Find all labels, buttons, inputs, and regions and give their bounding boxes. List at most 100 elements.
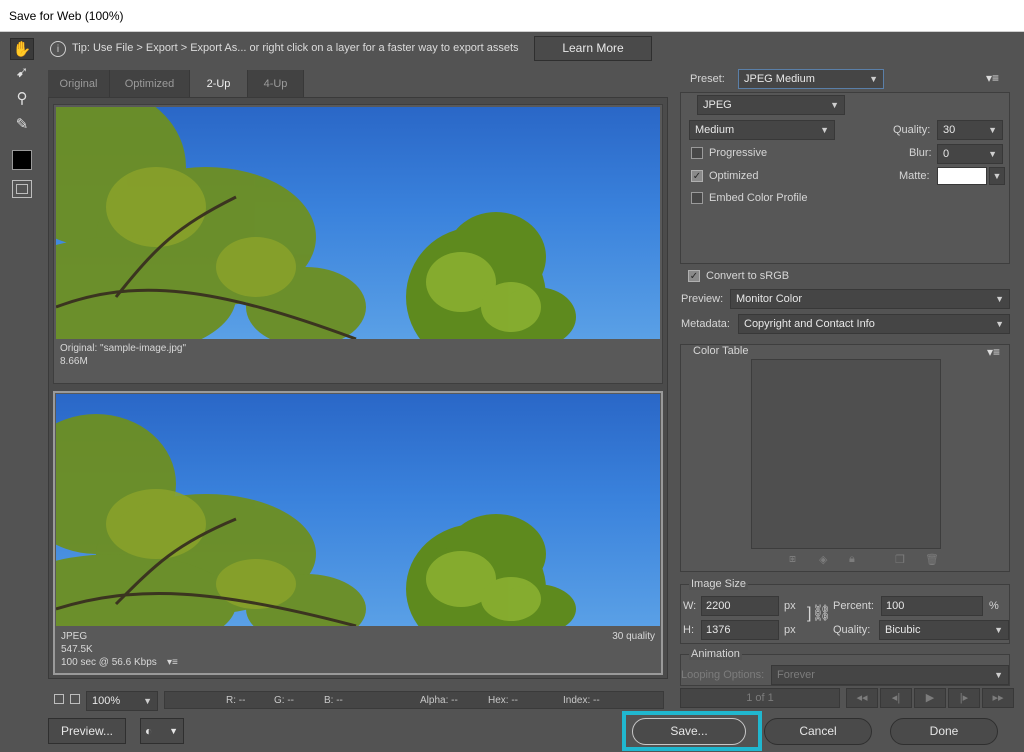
color-table-grid <box>751 359 941 549</box>
matte-color-swatch[interactable] <box>937 167 987 185</box>
slice-select-tool-icon[interactable]: ➹ <box>10 62 34 84</box>
eyedropper-color-swatch[interactable] <box>12 150 32 170</box>
zoom-in-icon[interactable] <box>70 694 80 704</box>
done-button[interactable]: Done <box>890 718 998 745</box>
optimized-label: Optimized <box>709 170 759 182</box>
play-icon[interactable]: ▶ <box>914 688 946 708</box>
zoom-out-icon[interactable] <box>54 694 64 704</box>
map-to-transparent-icon[interactable]: ⧆ <box>789 553 796 566</box>
constrain-proportions-link-icon[interactable]: ]⛓ <box>807 603 832 623</box>
optimized-checkbox[interactable]: ✓ <box>691 170 703 182</box>
file-format-value: JPEG <box>703 99 732 111</box>
learn-more-button[interactable]: Learn More <box>534 36 652 61</box>
image-size-section: Image Size W: 2200 px H: 1376 px ]⛓ Perc… <box>680 578 1010 644</box>
percent-unit: % <box>989 600 999 612</box>
metadata-dropdown[interactable]: Copyright and Contact Info ▼ <box>738 314 1010 334</box>
height-unit: px <box>784 624 796 636</box>
compression-quality-dropdown[interactable]: Medium ▼ <box>689 120 835 140</box>
tip-text: Tip: Use File > Export > Export As... or… <box>72 42 519 54</box>
settings-menu-icon[interactable]: ▾≡ <box>986 71 999 85</box>
chevron-down-icon: ▼ <box>143 696 152 706</box>
color-table-title: Color Table <box>691 345 751 357</box>
preview-value: Monitor Color <box>736 293 803 305</box>
progressive-checkbox[interactable] <box>691 147 703 159</box>
preset-value: JPEG Medium <box>744 73 815 85</box>
blue-readout: B: -- <box>324 695 343 706</box>
blur-input[interactable]: 0 ▼ <box>937 144 1003 164</box>
optimized-pane[interactable]: JPEG 547.5K 100 sec @ 56.6 Kbps ▾≡ 30 qu… <box>53 391 663 675</box>
optimized-image <box>56 394 660 626</box>
resample-quality-dropdown[interactable]: Bicubic ▼ <box>879 620 1009 640</box>
optimized-filesize: 547.5K <box>61 644 93 655</box>
tab-optimized[interactable]: Optimized <box>110 70 190 98</box>
preview-dropdown[interactable]: Monitor Color ▼ <box>730 289 1010 309</box>
height-field[interactable]: 1376 <box>701 620 779 640</box>
toolstrip: ✋ ➹ ⚲ ✎ <box>0 32 44 752</box>
frame-counter: 1 of 1 <box>680 688 840 708</box>
new-color-icon[interactable]: ❐ <box>895 553 905 566</box>
lock-color-icon[interactable]: 🔒︎ <box>849 553 855 566</box>
animation-section: Animation Looping Options: Forever ▼ <box>680 648 1010 686</box>
preset-label: Preset: <box>690 73 725 85</box>
quality-input[interactable]: 30 ▼ <box>937 120 1003 140</box>
image-size-title: Image Size <box>689 578 749 590</box>
preview-viewport: Original: "sample-image.jpg" 8.66M JPEG … <box>48 97 668 679</box>
zoom-level-dropdown[interactable]: 100% ▼ <box>86 691 158 711</box>
zoom-tool-icon[interactable]: ⚲ <box>10 88 34 110</box>
index-readout: Index: -- <box>563 695 600 706</box>
save-button[interactable]: Save... <box>632 718 746 745</box>
hand-tool-icon[interactable]: ✋ <box>10 38 34 60</box>
last-frame-icon[interactable]: ▸▸ <box>982 688 1014 708</box>
convert-srgb-checkbox[interactable]: ✓ <box>688 270 700 282</box>
file-format-dropdown[interactable]: JPEG ▼ <box>697 95 845 115</box>
tab-original[interactable]: Original <box>48 70 110 98</box>
browser-preview-icon: ◐ <box>145 724 153 738</box>
chevron-down-icon: ▼ <box>830 100 839 110</box>
original-image <box>56 107 660 339</box>
embed-color-profile-label: Embed Color Profile <box>709 192 808 204</box>
tab-2-up[interactable]: 2-Up <box>190 70 248 98</box>
color-table-menu-icon[interactable]: ▾≡ <box>987 345 1000 359</box>
preview-browser-button[interactable]: ◐ ▼ <box>140 718 184 744</box>
optimize-settings-box: JPEG ▼ Medium ▼ Quality: 30 ▼ Progressiv… <box>680 92 1010 264</box>
delete-color-icon[interactable]: 🗑︎ <box>925 553 939 566</box>
chevron-down-icon: ▼ <box>994 625 1003 635</box>
status-bar: 100% ▼ R: -- G: -- B: -- Alpha: -- Hex: … <box>48 688 668 712</box>
chevron-down-icon: ▼ <box>869 74 878 84</box>
web-shift-icon[interactable]: ◈ <box>819 553 827 566</box>
preview-label: Preview: <box>681 293 724 305</box>
embed-color-profile-checkbox[interactable] <box>691 192 703 204</box>
download-speed-menu-icon[interactable]: ▾≡ <box>167 657 178 669</box>
resample-quality-label: Quality: <box>833 624 871 636</box>
width-unit: px <box>784 600 796 612</box>
resample-quality-value: Bicubic <box>885 624 921 636</box>
first-frame-icon[interactable]: ◂◂ <box>846 688 878 708</box>
preview-button[interactable]: Preview... <box>48 718 126 744</box>
percent-field[interactable]: 100 <box>881 596 983 616</box>
original-filesize: 8.66M <box>60 356 88 367</box>
width-field[interactable]: 2200 <box>701 596 779 616</box>
toggle-slices-visibility-icon[interactable] <box>12 180 32 198</box>
metadata-value: Copyright and Contact Info <box>744 318 875 330</box>
looping-options-label: Looping Options: <box>681 669 765 681</box>
cancel-button[interactable]: Cancel <box>764 718 872 745</box>
zoom-level-value: 100% <box>92 695 121 707</box>
window-title: Save for Web (100%) <box>0 0 1024 32</box>
next-frame-icon[interactable]: |▸ <box>948 688 980 708</box>
animation-title: Animation <box>689 648 742 660</box>
chevron-down-icon: ▼ <box>988 149 997 159</box>
preset-dropdown[interactable]: JPEG Medium ▼ <box>738 69 884 89</box>
matte-dropdown-icon[interactable]: ▼ <box>989 167 1005 185</box>
tab-4-up[interactable]: 4-Up <box>248 70 304 98</box>
chevron-down-icon: ▼ <box>820 125 829 135</box>
looping-options-value: Forever <box>777 669 815 681</box>
optimized-download-time: 100 sec @ 56.6 Kbps <box>61 657 157 668</box>
convert-srgb-label: Convert to sRGB <box>706 270 790 282</box>
previous-frame-icon[interactable]: ◂| <box>880 688 912 708</box>
hex-readout: Hex: -- <box>488 695 518 706</box>
compression-quality-value: Medium <box>695 124 735 136</box>
looping-options-dropdown[interactable]: Forever ▼ <box>771 665 1009 685</box>
metadata-label: Metadata: <box>681 318 730 330</box>
original-pane[interactable]: Original: "sample-image.jpg" 8.66M <box>53 104 663 384</box>
eyedropper-tool-icon[interactable]: ✎ <box>10 114 34 136</box>
